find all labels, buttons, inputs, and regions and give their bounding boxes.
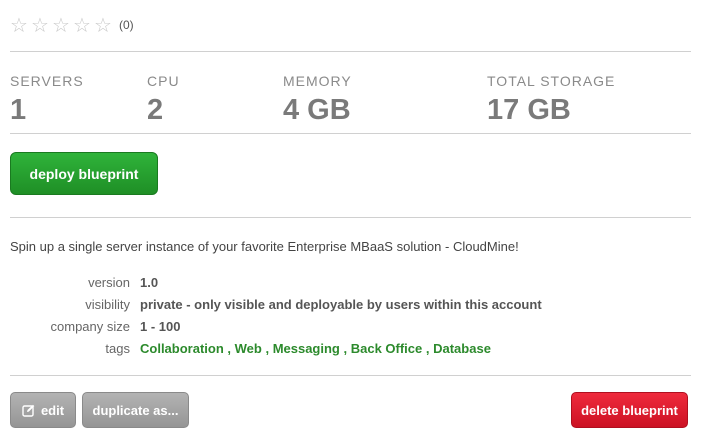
- meta-row-tags: tags Collaboration , Web , Messaging , B…: [10, 337, 542, 359]
- tag-separator: ,: [261, 340, 273, 356]
- meta-value: private - only visible and deployable by…: [140, 296, 542, 312]
- tag-list: Collaboration , Web , Messaging , Back O…: [140, 341, 491, 356]
- star-icon[interactable]: ☆: [73, 14, 94, 36]
- star-icon[interactable]: ☆: [94, 14, 115, 36]
- tag-separator: ,: [223, 340, 235, 356]
- edit-icon: [22, 404, 35, 417]
- star-icon[interactable]: ☆: [10, 14, 31, 36]
- divider: [10, 375, 691, 376]
- meta-value: 1 - 100: [140, 318, 181, 334]
- tag-link[interactable]: Back Office: [351, 341, 423, 356]
- delete-blueprint-button[interactable]: delete blueprint: [571, 392, 688, 428]
- tag-separator: ,: [422, 340, 434, 356]
- star-icon[interactable]: ☆: [31, 14, 52, 36]
- stat-total-storage: TOTAL STORAGE 17 GB: [487, 73, 615, 127]
- stat-value: 1: [10, 94, 27, 126]
- stat-label: SERVERS: [10, 73, 84, 89]
- blueprint-description: Spin up a single server instance of your…: [10, 239, 519, 254]
- meta-key: company size: [50, 318, 130, 334]
- meta-row-version: version 1.0: [10, 271, 542, 293]
- meta-key: version: [88, 274, 130, 290]
- stat-label: MEMORY: [283, 73, 352, 89]
- stat-label: CPU: [147, 73, 180, 89]
- meta-key: tags: [105, 340, 130, 356]
- tag-link[interactable]: Messaging: [273, 341, 340, 356]
- divider: [10, 133, 691, 134]
- stat-servers: SERVERS 1: [10, 73, 84, 127]
- tag-link[interactable]: Collaboration: [140, 341, 224, 356]
- blueprint-metadata: version 1.0 visibility private - only vi…: [10, 271, 542, 359]
- stat-cpu: CPU 2: [147, 73, 180, 127]
- edit-button-label: edit: [40, 402, 65, 418]
- stat-value: 2: [147, 94, 164, 126]
- deploy-blueprint-button[interactable]: deploy blueprint: [10, 152, 158, 195]
- meta-value: 1.0: [140, 274, 159, 290]
- star-icon[interactable]: ☆: [52, 14, 73, 36]
- tag-separator: ,: [339, 340, 351, 356]
- tag-link[interactable]: Web: [235, 341, 262, 356]
- stat-memory: MEMORY 4 GB: [283, 73, 352, 127]
- stat-value: 17 GB: [487, 94, 571, 126]
- tag-link[interactable]: Database: [433, 341, 491, 356]
- divider: [10, 51, 691, 52]
- edit-button[interactable]: edit: [10, 392, 76, 428]
- meta-row-visibility: visibility private - only visible and de…: [10, 293, 542, 315]
- meta-key: visibility: [85, 296, 130, 312]
- stat-label: TOTAL STORAGE: [487, 73, 616, 89]
- star-rating[interactable]: ☆ ☆ ☆ ☆ ☆ (0): [10, 14, 134, 36]
- stat-value: 4 GB: [283, 94, 351, 126]
- rating-count: (0): [119, 18, 134, 32]
- duplicate-as-button[interactable]: duplicate as...: [82, 392, 189, 428]
- blueprint-detail-page: ☆ ☆ ☆ ☆ ☆ (0) SERVERS 1 CPU 2 MEMORY 4 G…: [0, 0, 703, 439]
- divider: [10, 217, 691, 218]
- meta-row-company-size: company size 1 - 100: [10, 315, 542, 337]
